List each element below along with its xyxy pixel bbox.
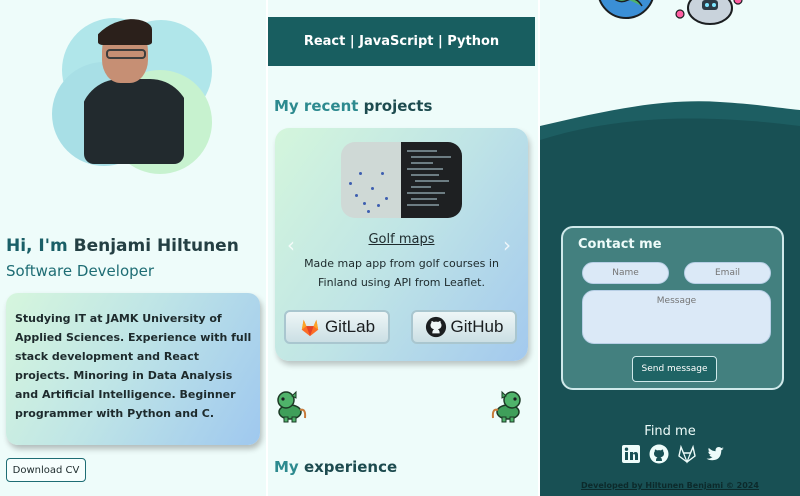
send-message-button[interactable]: Send message	[632, 356, 717, 382]
robot-mascot-icon	[675, 0, 743, 25]
profile-photo	[84, 19, 184, 164]
footer-credit[interactable]: Developed by Hiltunen Benjami © 2024	[540, 481, 800, 490]
developer-role: Software Developer	[6, 262, 155, 280]
contact-form-card: Contact me Send message	[561, 226, 784, 390]
gitlab-icon[interactable]	[677, 444, 697, 464]
github-button[interactable]: GitHub	[411, 310, 517, 344]
github-label: GitHub	[450, 317, 504, 336]
download-cv-button[interactable]: Download CV	[6, 458, 86, 482]
projects-panel: React | JavaScript | Python My recent pr…	[268, 0, 538, 496]
gitlab-label: GitLab	[324, 317, 376, 336]
find-me-heading: Find me	[644, 424, 696, 439]
dinosaur-mascot-icon	[277, 390, 307, 423]
twitter-icon[interactable]	[705, 444, 725, 464]
project-carousel-card: ‹ › Golf maps Made map app from golf cou…	[275, 128, 528, 361]
project-title-link[interactable]: Golf maps	[275, 232, 528, 247]
developer-name: Benjami Hiltunen	[73, 236, 239, 256]
about-text: Studying IT at JAMK University of Applie…	[15, 312, 252, 420]
dinosaur-mascot-icon	[491, 390, 521, 423]
github-icon	[425, 316, 446, 338]
project-description: Made map app from golf courses in Finlan…	[304, 257, 499, 289]
contact-panel: Contact me Send message Find me Develope…	[540, 0, 800, 496]
globe-icon	[598, 0, 654, 19]
intro-panel: Hi, I'm Benjami Hiltunen Software Develo…	[0, 0, 266, 496]
message-field[interactable]	[582, 290, 771, 344]
github-icon[interactable]	[649, 444, 669, 464]
experience-heading: My experience	[274, 458, 398, 476]
linkedin-icon[interactable]	[621, 444, 641, 464]
social-links	[618, 443, 728, 465]
projects-heading: My recent projects	[274, 97, 433, 115]
contact-title: Contact me	[578, 237, 662, 252]
tech-stack-banner: React | JavaScript | Python	[268, 17, 535, 66]
project-thumbnail	[341, 142, 462, 218]
gitlab-icon	[301, 319, 319, 337]
greeting-heading: Hi, I'm Benjami Hiltunen	[6, 236, 239, 256]
gitlab-button[interactable]: GitLab	[284, 310, 390, 344]
about-card: Studying IT at JAMK University of Applie…	[6, 293, 260, 445]
name-field[interactable]	[582, 262, 669, 284]
email-field[interactable]	[684, 262, 771, 284]
